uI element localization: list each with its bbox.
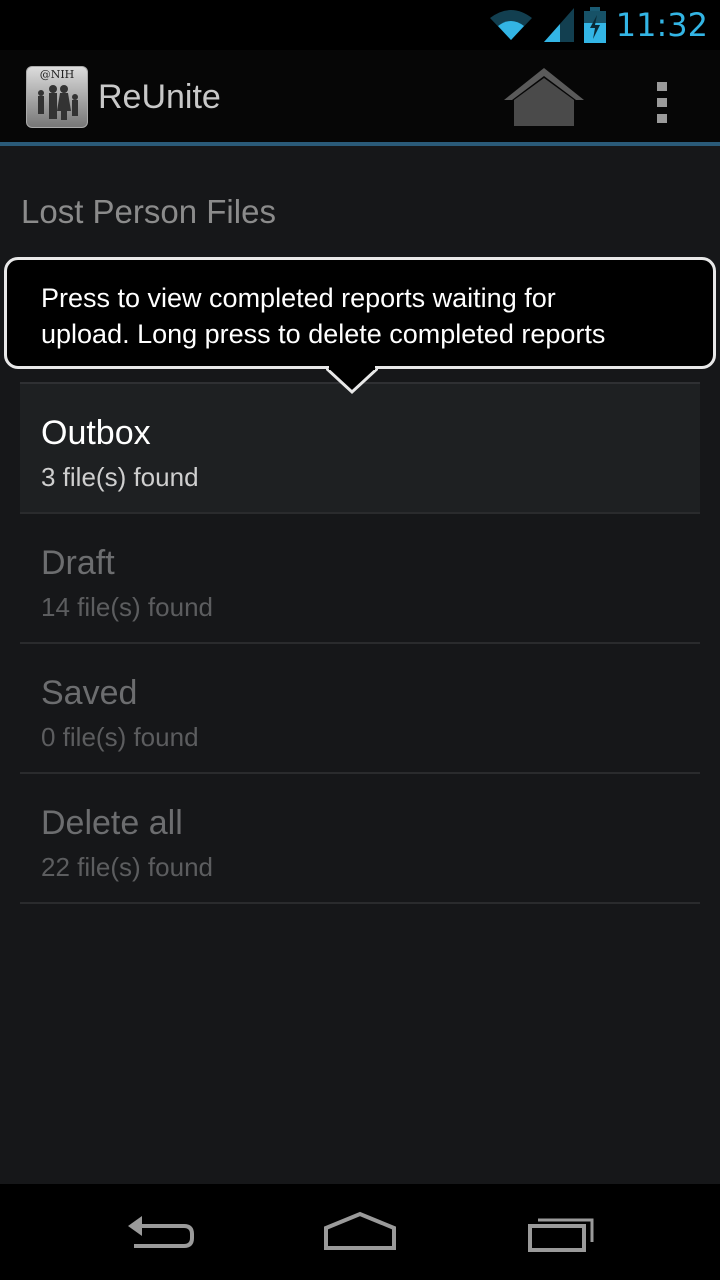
status-time: 11:32 xyxy=(615,6,708,44)
wifi-icon xyxy=(489,10,532,40)
home-nav-icon xyxy=(324,1211,396,1250)
family-figures-icon xyxy=(38,85,78,120)
section-title: Lost Person Files xyxy=(21,193,276,230)
list-item-title: Outbox xyxy=(41,414,151,452)
list-item-subtitle: 3 file(s) found xyxy=(41,462,199,492)
home-button[interactable] xyxy=(500,64,588,130)
home-nav-button[interactable] xyxy=(320,1204,400,1260)
tooltip: Press to view completed reports waiting … xyxy=(4,257,716,369)
list-item-title: Draft xyxy=(41,544,115,582)
home-icon xyxy=(504,68,584,126)
list-item-title: Saved xyxy=(41,674,138,712)
signal-icon xyxy=(543,8,574,42)
tooltip-line-1: Press to view completed reports waiting … xyxy=(41,283,556,313)
status-bar: 11:32 xyxy=(0,0,720,50)
list-item-subtitle: 0 file(s) found xyxy=(41,722,199,752)
battery-charging-icon xyxy=(583,7,606,43)
file-list: Outbox 3 file(s) found Draft 14 file(s) … xyxy=(20,384,700,904)
tooltip-line-2: upload. Long press to delete completed r… xyxy=(41,319,606,349)
list-item-title: Delete all xyxy=(41,804,183,842)
app-title: ReUnite xyxy=(98,78,221,116)
navigation-bar xyxy=(0,1184,720,1280)
tooltip-pointer-icon xyxy=(326,366,378,395)
list-item-subtitle: 22 file(s) found xyxy=(41,852,213,882)
list-item-outbox[interactable]: Outbox 3 file(s) found xyxy=(20,384,700,514)
overflow-menu-button[interactable] xyxy=(640,68,686,130)
list-item-saved[interactable]: Saved 0 file(s) found xyxy=(20,644,700,774)
recent-apps-icon xyxy=(528,1218,594,1252)
list-item-delete-all[interactable]: Delete all 22 file(s) found xyxy=(20,774,700,904)
recent-apps-button[interactable] xyxy=(522,1204,602,1260)
app-logo-icon[interactable]: @NIH xyxy=(26,66,88,128)
action-bar: @NIH ReUnite xyxy=(0,50,720,146)
status-icons: 11:32 xyxy=(488,6,708,44)
back-button[interactable] xyxy=(120,1204,200,1260)
back-icon xyxy=(128,1216,194,1248)
list-item-subtitle: 14 file(s) found xyxy=(41,592,213,622)
overflow-menu-icon xyxy=(657,82,667,123)
list-item-draft[interactable]: Draft 14 file(s) found xyxy=(20,514,700,644)
